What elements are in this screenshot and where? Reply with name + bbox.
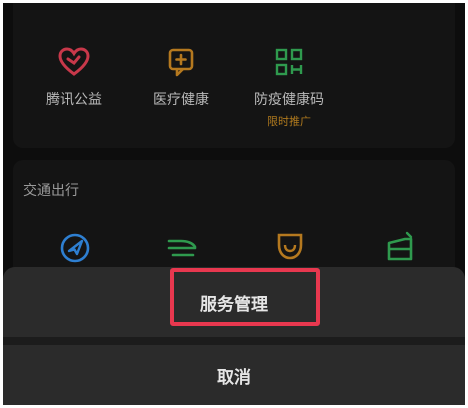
- service-label: 医疗健康: [153, 92, 209, 108]
- service-medical[interactable]: 医疗健康: [131, 45, 231, 109]
- navigation-compass-icon[interactable]: [58, 231, 92, 265]
- service-health-code[interactable]: 防疫健康码 限时推广: [239, 45, 339, 129]
- service-label: 防疫健康码: [254, 92, 324, 108]
- promo-badge: 限时推广: [267, 115, 311, 128]
- cancel-label: 取消: [217, 367, 251, 388]
- train-icon[interactable]: [165, 231, 199, 265]
- sheet-divider: [3, 337, 465, 345]
- cancel-button[interactable]: 取消: [3, 345, 465, 405]
- service-charity[interactable]: 腾讯公益: [24, 45, 124, 109]
- service-label: 腾讯公益: [46, 92, 102, 108]
- heart-charity-icon: [58, 47, 90, 76]
- medical-chat-icon: [168, 48, 194, 77]
- taxi-icon[interactable]: [273, 229, 307, 263]
- highlight-box: [170, 268, 320, 326]
- qr-code-icon: [275, 48, 303, 76]
- phone-screen: 腾讯公益 医疗健康 防疫健康码 限时推广 交通出行 服务管理 取消: [3, 3, 465, 405]
- bus-icon[interactable]: [383, 229, 417, 263]
- section-title-transport: 交通出行: [23, 183, 79, 199]
